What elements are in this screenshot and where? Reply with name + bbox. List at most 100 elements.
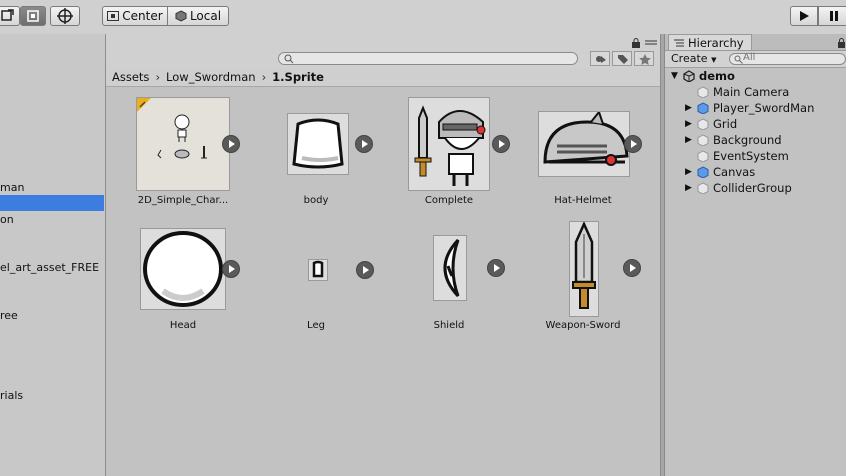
asset-tile[interactable] — [140, 228, 240, 310]
hierarchy-toolbar: Create ▼ All — [665, 51, 846, 68]
gameobject-icon — [697, 118, 709, 130]
asset-label: body — [303, 195, 329, 206]
breadcrumb-item[interactable]: Assets — [112, 70, 149, 84]
play-icon — [800, 11, 809, 21]
scene-row[interactable]: ▼ demo — [665, 68, 846, 84]
head-sprite-preview — [143, 231, 223, 307]
asset-tile[interactable] — [408, 97, 510, 191]
tree-item-label: on — [0, 213, 14, 226]
hierarchy-item-label: Main Camera — [713, 85, 790, 99]
favorites-button[interactable] — [634, 51, 654, 66]
hierarchy-panel: Hierarchy Create ▼ All ▼ demo Main Camer… — [665, 34, 846, 476]
body-sprite-preview — [292, 118, 344, 169]
expand-sprite-button[interactable] — [623, 259, 641, 277]
play-button[interactable] — [790, 6, 818, 26]
scale-tool-icon — [1, 9, 14, 21]
create-dropdown[interactable]: Create ▼ — [671, 52, 716, 65]
transform-tool-button[interactable] — [50, 6, 80, 26]
expand-arrow-icon[interactable]: ▶ — [685, 164, 692, 180]
asset-grid: 2D_Simple_Char... body Complete Hat-Helm… — [106, 87, 660, 476]
tree-item[interactable]: el_art_asset_FREE — [0, 260, 104, 276]
tag-icon — [618, 55, 628, 64]
expand-sprite-button[interactable] — [492, 135, 510, 153]
gameobject-icon — [697, 150, 709, 162]
expand-arrow-icon[interactable]: ▶ — [685, 116, 692, 132]
asset-thumbnail — [408, 97, 490, 191]
tree-item-label: ree — [0, 309, 18, 322]
lock-icon[interactable] — [837, 38, 846, 48]
lock-icon[interactable] — [631, 38, 641, 48]
main-toolbar: Center Local — [0, 0, 846, 35]
expand-sprite-button[interactable] — [222, 260, 240, 278]
asset-label: Leg — [307, 320, 325, 331]
star-icon — [639, 54, 651, 65]
tree-item[interactable]: man — [0, 180, 104, 196]
filter-type-icon — [596, 56, 606, 63]
asset-thumbnail — [538, 109, 630, 177]
hierarchy-item[interactable]: Main Camera — [665, 84, 846, 100]
asset-tile[interactable] — [136, 97, 240, 191]
expand-arrow-icon[interactable]: ▼ — [671, 68, 678, 84]
expand-sprite-button[interactable] — [356, 261, 374, 279]
expand-sprite-button[interactable] — [222, 135, 240, 153]
pivot-center-toggle[interactable]: Center — [102, 6, 168, 26]
sprite-sheet-preview — [137, 98, 207, 159]
hierarchy-search-input[interactable]: All — [729, 52, 846, 65]
pause-icon — [830, 11, 838, 21]
asset-label: Complete — [424, 195, 474, 206]
hierarchy-list-icon — [674, 39, 684, 46]
tree-item-label: el_art_asset_FREE — [0, 261, 100, 274]
rect-tool-button[interactable] — [20, 6, 46, 26]
search-by-type-button[interactable] — [590, 51, 610, 66]
project-folder-tree: man on el_art_asset_FREE ree rials — [0, 34, 106, 476]
transform-tool-icon — [57, 8, 73, 24]
asset-label: Hat-Helmet — [554, 195, 612, 206]
hierarchy-item[interactable]: ▶ Grid — [665, 116, 846, 132]
helmet-sprite-preview — [543, 109, 629, 166]
tab-hierarchy[interactable]: Hierarchy — [668, 34, 752, 50]
expand-arrow-icon[interactable]: ▶ — [685, 100, 692, 116]
space-local-toggle[interactable]: Local — [167, 6, 229, 26]
hierarchy-item-label: Canvas — [713, 165, 756, 179]
search-placeholder: All — [743, 52, 756, 63]
hierarchy-item[interactable]: ▶ Canvas — [665, 164, 846, 180]
hierarchy-item[interactable]: ▶ Background — [665, 132, 846, 148]
search-by-label-button[interactable] — [612, 51, 632, 66]
asset-tile[interactable] — [287, 113, 373, 175]
asset-tile[interactable] — [538, 109, 642, 177]
expand-arrow-icon[interactable]: ▶ — [685, 132, 692, 148]
tree-item[interactable]: on — [0, 212, 104, 228]
rect-tool-icon — [27, 10, 39, 22]
asset-label: Weapon-Sword — [545, 320, 621, 331]
pause-button[interactable] — [818, 6, 846, 26]
tree-item[interactable]: ree — [0, 308, 104, 324]
search-input[interactable] — [278, 52, 578, 65]
panel-menu-icon[interactable] — [644, 39, 658, 47]
prefab-icon — [697, 102, 709, 114]
space-label: Local — [189, 9, 222, 23]
expand-sprite-button[interactable] — [355, 135, 373, 153]
breadcrumb-item[interactable]: Low_Swordman — [166, 70, 256, 84]
asset-tile[interactable] — [433, 235, 505, 301]
asset-label: 2D_Simple_Char... — [137, 195, 229, 206]
breadcrumb-item-current[interactable]: 1.Sprite — [272, 70, 324, 84]
asset-label: Shield — [433, 320, 465, 331]
hierarchy-item[interactable]: ▶ ColliderGroup — [665, 180, 846, 196]
scale-tool-button[interactable] — [0, 6, 20, 26]
hierarchy-item[interactable]: EventSystem — [665, 148, 846, 164]
expand-arrow-icon[interactable]: ▶ — [685, 180, 692, 196]
asset-thumbnail — [569, 220, 599, 317]
tree-item-label: rials — [0, 389, 24, 402]
expand-sprite-button[interactable] — [487, 259, 505, 277]
hierarchy-item[interactable]: ▶ Player_SwordMan — [665, 100, 846, 116]
expand-sprite-button[interactable] — [624, 135, 642, 153]
asset-thumbnail — [140, 228, 226, 310]
create-label: Create — [671, 52, 708, 65]
center-icon — [107, 11, 120, 21]
chevron-down-icon: ▼ — [711, 56, 717, 64]
asset-tile[interactable] — [308, 259, 374, 281]
tree-item-selected[interactable] — [0, 195, 104, 211]
shield-sprite-preview — [443, 238, 460, 298]
asset-tile[interactable] — [569, 220, 641, 317]
tree-item[interactable]: rials — [0, 388, 104, 404]
